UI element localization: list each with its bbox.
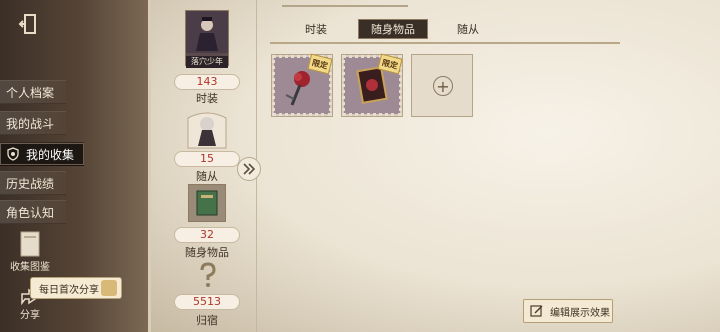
destination-count: 5513 (174, 294, 240, 310)
destination-thumbnail[interactable] (192, 260, 222, 290)
nav-item-character-knowledge[interactable]: 角色认知 (0, 200, 66, 224)
edit-display-button[interactable]: 编辑展示效果 (523, 299, 613, 323)
tab-accessories[interactable]: 随身物品 (358, 19, 428, 39)
tab-label: 随身物品 (371, 23, 415, 36)
reward-icon (101, 280, 117, 296)
share-reward-tooltip: 每日首次分享 (30, 277, 122, 299)
destination-label: 归宿 (196, 314, 218, 327)
nav-item-label: 我的收集 (26, 147, 75, 162)
share-tip-text: 每日首次分享 (39, 284, 99, 296)
item-slot-add[interactable]: + (411, 54, 473, 117)
fashion-thumbnail[interactable]: 落穴少年 (185, 10, 229, 68)
accessory-count: 32 (174, 227, 240, 243)
nav-item-history[interactable]: 历史战绩 (0, 171, 66, 195)
companion-count: 15 (174, 151, 240, 167)
nav-item-collection[interactable]: 我的收集 (0, 142, 84, 166)
nav-item-battles[interactable]: 我的战斗 (0, 111, 66, 135)
plus-icon: + (433, 76, 453, 96)
exit-button[interactable] (14, 10, 42, 38)
tab-companions[interactable]: 随从 (434, 19, 502, 39)
accessory-label: 随身物品 (185, 246, 229, 259)
item-slot-rose[interactable]: 限定 (271, 53, 333, 117)
exit-door-icon (18, 14, 36, 34)
edit-pencil-icon (530, 305, 543, 317)
nav-item-label: 个人档案 (6, 85, 55, 100)
nav-item-label: 我的战斗 (6, 116, 55, 131)
tab-bar: 时装 随身物品 随从 (270, 14, 620, 44)
expand-button[interactable] (237, 157, 261, 181)
tab-fashion[interactable]: 时装 (278, 19, 354, 39)
companion-figure-icon (187, 112, 227, 149)
nav-item-label: 历史战绩 (6, 176, 55, 191)
green-book-icon (196, 190, 218, 216)
nav-item-profile[interactable]: 个人档案 (0, 80, 66, 104)
accessory-thumbnail[interactable] (188, 184, 226, 222)
share-label: 分享 (20, 310, 40, 321)
fashion-count: 143 (174, 74, 240, 90)
tab-label: 随从 (457, 23, 479, 36)
collection-album-label: 收集图鉴 (10, 262, 50, 273)
question-mark-icon (200, 262, 216, 287)
nav-item-label: 角色认知 (6, 205, 55, 220)
album-book-icon (20, 231, 40, 257)
shield-icon (6, 147, 20, 161)
fashion-label: 时装 (196, 92, 218, 105)
companion-thumbnail[interactable] (182, 108, 232, 150)
tab-label: 时装 (305, 23, 327, 36)
collection-album-button[interactable]: 收集图鉴 (8, 230, 52, 273)
top-decor-line (282, 5, 408, 7)
edit-display-label: 编辑展示效果 (550, 307, 610, 319)
fashion-caption: 落穴少年 (186, 56, 228, 68)
item-slot-card[interactable]: 限定 (341, 53, 403, 117)
costume-portrait-icon (186, 11, 228, 53)
double-chevron-right-icon (243, 163, 256, 175)
